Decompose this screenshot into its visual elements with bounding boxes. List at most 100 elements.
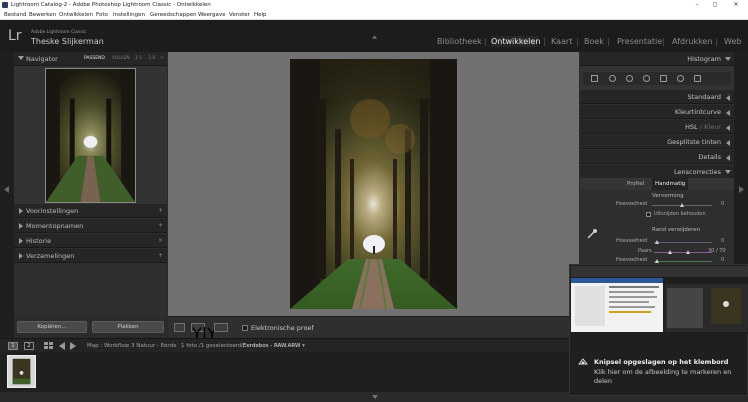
screenshot-preview[interactable] [571, 266, 748, 334]
module-separator: | [576, 37, 579, 46]
filmstrip-thumbnail[interactable] [7, 355, 36, 388]
menu-gereedschappen[interactable]: Gereedschappen [150, 10, 197, 20]
page-1-button[interactable]: 1 [8, 342, 18, 350]
menu-foto[interactable]: Foto [96, 10, 108, 20]
radial-filter-icon[interactable] [677, 75, 684, 82]
crop-tool-icon[interactable] [609, 75, 616, 82]
presets-header[interactable]: Voorinstellingen + [14, 204, 167, 218]
distortion-amount-label: Hoeveelheid [616, 201, 648, 207]
distortion-slider-knob[interactable] [680, 203, 684, 207]
paste-settings-button[interactable]: Plakken [92, 321, 164, 333]
menu-venster[interactable]: Venster [229, 10, 250, 20]
zoom-1-1[interactable]: 1:1 [135, 52, 142, 65]
module-afdrukken[interactable]: Afdrukken [672, 36, 712, 47]
purple-amount-knob[interactable] [655, 240, 659, 244]
tab-profile[interactable]: Profiel [627, 178, 644, 190]
panel-basic[interactable]: Standaard [580, 90, 734, 104]
photo-canvas[interactable] [168, 52, 579, 316]
soft-proof-label: Elektronische proef [251, 324, 314, 332]
constrain-crop-label: Uitsnijden behouden [654, 211, 706, 217]
purple-hue-knob-left[interactable] [668, 250, 672, 254]
collapse-left-panel-icon[interactable] [4, 186, 9, 193]
history-header[interactable]: Historie × [14, 234, 167, 248]
purple-hue-knob-right[interactable] [686, 250, 690, 254]
collapse-triangle-icon [726, 110, 730, 116]
menu-bar: Bestand Bewerken Ontwikkelen Foto Instel… [0, 10, 748, 20]
navigator-preview[interactable] [14, 66, 167, 204]
panel-tone-curve[interactable]: Kleurtintcurve [580, 105, 734, 119]
module-boek[interactable]: Boek [584, 36, 604, 47]
collapse-right-panel-icon[interactable] [739, 186, 744, 193]
green-amount-knob[interactable] [655, 259, 659, 263]
before-after-icon[interactable]: Y|Y [191, 323, 217, 343]
graduated-filter-icon[interactable] [660, 75, 667, 82]
module-kaart[interactable]: Kaart [551, 36, 572, 47]
collections-add-icon[interactable]: + [158, 249, 163, 263]
main-photo[interactable] [290, 59, 457, 309]
minimize-button[interactable]: – [688, 0, 706, 10]
eyedropper-icon[interactable] [586, 228, 598, 240]
green-amount-slider[interactable] [654, 261, 712, 262]
constrain-crop-checkbox[interactable] [646, 212, 651, 217]
source-path[interactable]: Map : Workflow 3 Natuur - Eerde [87, 339, 176, 353]
close-button[interactable]: ✕ [727, 0, 745, 10]
menu-weergave[interactable]: Weergave [198, 10, 226, 20]
adjustment-brush-icon[interactable] [694, 75, 701, 82]
maximize-button[interactable]: ◻ [706, 0, 724, 10]
snip-sketch-icon [578, 358, 588, 365]
module-web[interactable]: Web [724, 36, 741, 47]
menu-bewerken[interactable]: Bewerken [29, 10, 56, 20]
snip-notification[interactable]: Knipsel opgeslagen op het klembord Klik … [569, 264, 748, 396]
snapshots-add-icon[interactable]: + [158, 219, 163, 233]
panel-details[interactable]: Details [580, 150, 734, 164]
module-ontwikkelen[interactable]: Ontwikkelen [491, 36, 540, 47]
snapshots-header[interactable]: Momentopnamen + [14, 219, 167, 233]
panel-split-toning[interactable]: Gesplitste tinten [580, 135, 734, 149]
navigator-header[interactable]: Navigator PASSEND VULLEN 1:1 1:8 ÷ [14, 52, 167, 66]
grid-view-icon[interactable] [44, 342, 54, 350]
collapse-filmstrip-icon[interactable] [372, 395, 378, 399]
module-separator: | [715, 37, 718, 46]
before-after-swap-icon[interactable] [214, 323, 228, 332]
history-clear-icon[interactable]: × [158, 234, 163, 248]
product-name: Adobe Lightroom Classic [31, 30, 87, 35]
purple-hue-slider[interactable] [654, 252, 712, 253]
copy-settings-button[interactable]: Kopiëren... [17, 321, 87, 333]
zoom-1-8[interactable]: 1:8 [148, 52, 155, 65]
histogram-header[interactable]: Histogram [580, 52, 734, 66]
collapse-triangle-icon [726, 140, 730, 146]
panel-lens-corrections[interactable]: Lenscorrecties [580, 165, 734, 179]
menu-ontwikkelen[interactable]: Ontwikkelen [59, 10, 93, 20]
collections-header[interactable]: Verzamelingen + [14, 249, 167, 263]
grid-tool-icon[interactable] [591, 75, 598, 82]
purple-amount-slider[interactable] [654, 242, 712, 243]
left-panel: Navigator PASSEND VULLEN 1:1 1:8 ÷ Voori… [14, 52, 167, 338]
collapse-triangle-icon [19, 253, 23, 259]
file-name[interactable]: /Eerdebos - RAW.ARW ▾ [241, 339, 305, 353]
navigator-label: Navigator [26, 55, 58, 63]
tab-manual[interactable]: Handmatig [652, 178, 689, 190]
loupe-view-icon[interactable] [174, 323, 185, 332]
navigator-thumbnail[interactable] [45, 68, 136, 203]
menu-bestand[interactable]: Bestand [4, 10, 27, 20]
zoom-more-icon[interactable]: ÷ [160, 52, 164, 65]
red-eye-icon[interactable] [643, 75, 650, 82]
soft-proof-checkbox[interactable] [242, 325, 248, 331]
menu-help[interactable]: Help [254, 10, 267, 20]
page-2-button[interactable]: 2 [24, 342, 34, 350]
collapse-top-panel-icon[interactable] [372, 35, 377, 39]
panel-hsl[interactable]: HSL / Kleur [580, 120, 734, 134]
selection-count: 1 foto /1 geselecteerd [181, 343, 242, 349]
back-arrow-icon[interactable] [59, 342, 65, 350]
module-bibliotheek[interactable]: Bibliotheek [437, 36, 482, 47]
forward-arrow-icon[interactable] [70, 342, 76, 350]
collapse-triangle-icon [726, 155, 730, 161]
presets-add-icon[interactable]: + [158, 204, 163, 218]
zoom-fill[interactable]: VULLEN [112, 52, 130, 65]
zoom-fit[interactable]: PASSEND [84, 52, 105, 65]
lightroom-window: Lightroom Catalog-2 - Adobe Photoshop Li… [0, 0, 748, 402]
menu-instellingen[interactable]: Instellingen [113, 10, 145, 20]
left-edge-strip[interactable] [0, 52, 14, 338]
module-presentatie[interactable]: Presentatie [617, 36, 662, 47]
spot-removal-icon[interactable] [626, 75, 633, 82]
